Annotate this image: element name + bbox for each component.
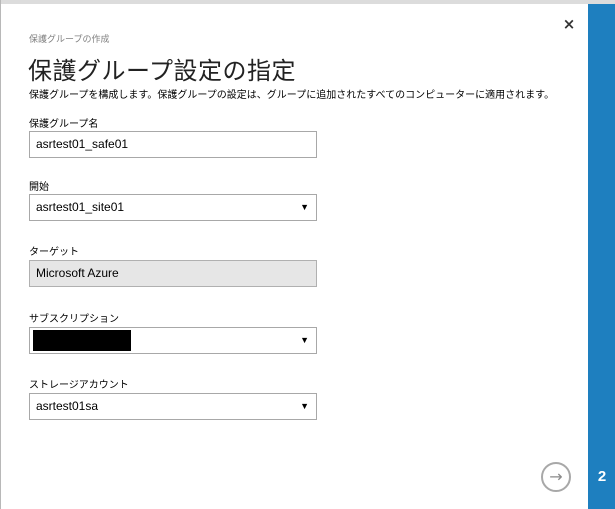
target-label: ターゲット [29,247,79,258]
group-name-label: 保護グループ名 [29,119,99,130]
wizard-step-rail: 2 [588,4,615,509]
subscription-label: サブスクリプション [29,314,119,325]
storage-account-value: asrtest01sa [36,399,99,413]
source-dropdown[interactable]: asrtest01_site01 ▼ [29,194,317,221]
redacted-block [33,330,131,351]
subscription-dropdown[interactable]: ▼ [29,327,317,354]
page-description: 保護グループを構成します。保護グループの設定は、グループに追加されたすべてのコン… [29,90,555,101]
chevron-down-icon[interactable]: ▼ [300,195,309,220]
storage-account-label: ストレージアカウント [29,380,129,391]
arrow-right-icon[interactable]: → [549,467,562,486]
chevron-down-icon[interactable]: ▼ [300,394,309,419]
chevron-down-icon[interactable]: ▼ [300,328,309,353]
step-number: 2 [597,468,607,485]
dialog-main-panel: × 保護グループの作成 保護グループ設定の指定 保護グループを構成します。保護グ… [1,4,588,509]
close-button[interactable]: × [561,16,577,32]
source-value: asrtest01_site01 [36,200,125,214]
group-name-input[interactable]: asrtest01_safe01 [29,131,317,158]
page-title: 保護グループ設定の指定 [28,57,297,85]
storage-account-dropdown[interactable]: asrtest01sa ▼ [29,393,317,420]
next-button[interactable]: → [541,462,571,492]
breadcrumb: 保護グループの作成 [29,35,110,45]
close-icon[interactable]: × [563,15,576,33]
target-value: Microsoft Azure [36,266,119,280]
target-readonly-field: Microsoft Azure [29,260,317,287]
source-label: 開始 [29,182,49,193]
dialog-window: × 保護グループの作成 保護グループ設定の指定 保護グループを構成します。保護グ… [0,0,615,509]
group-name-value: asrtest01_safe01 [36,137,129,151]
